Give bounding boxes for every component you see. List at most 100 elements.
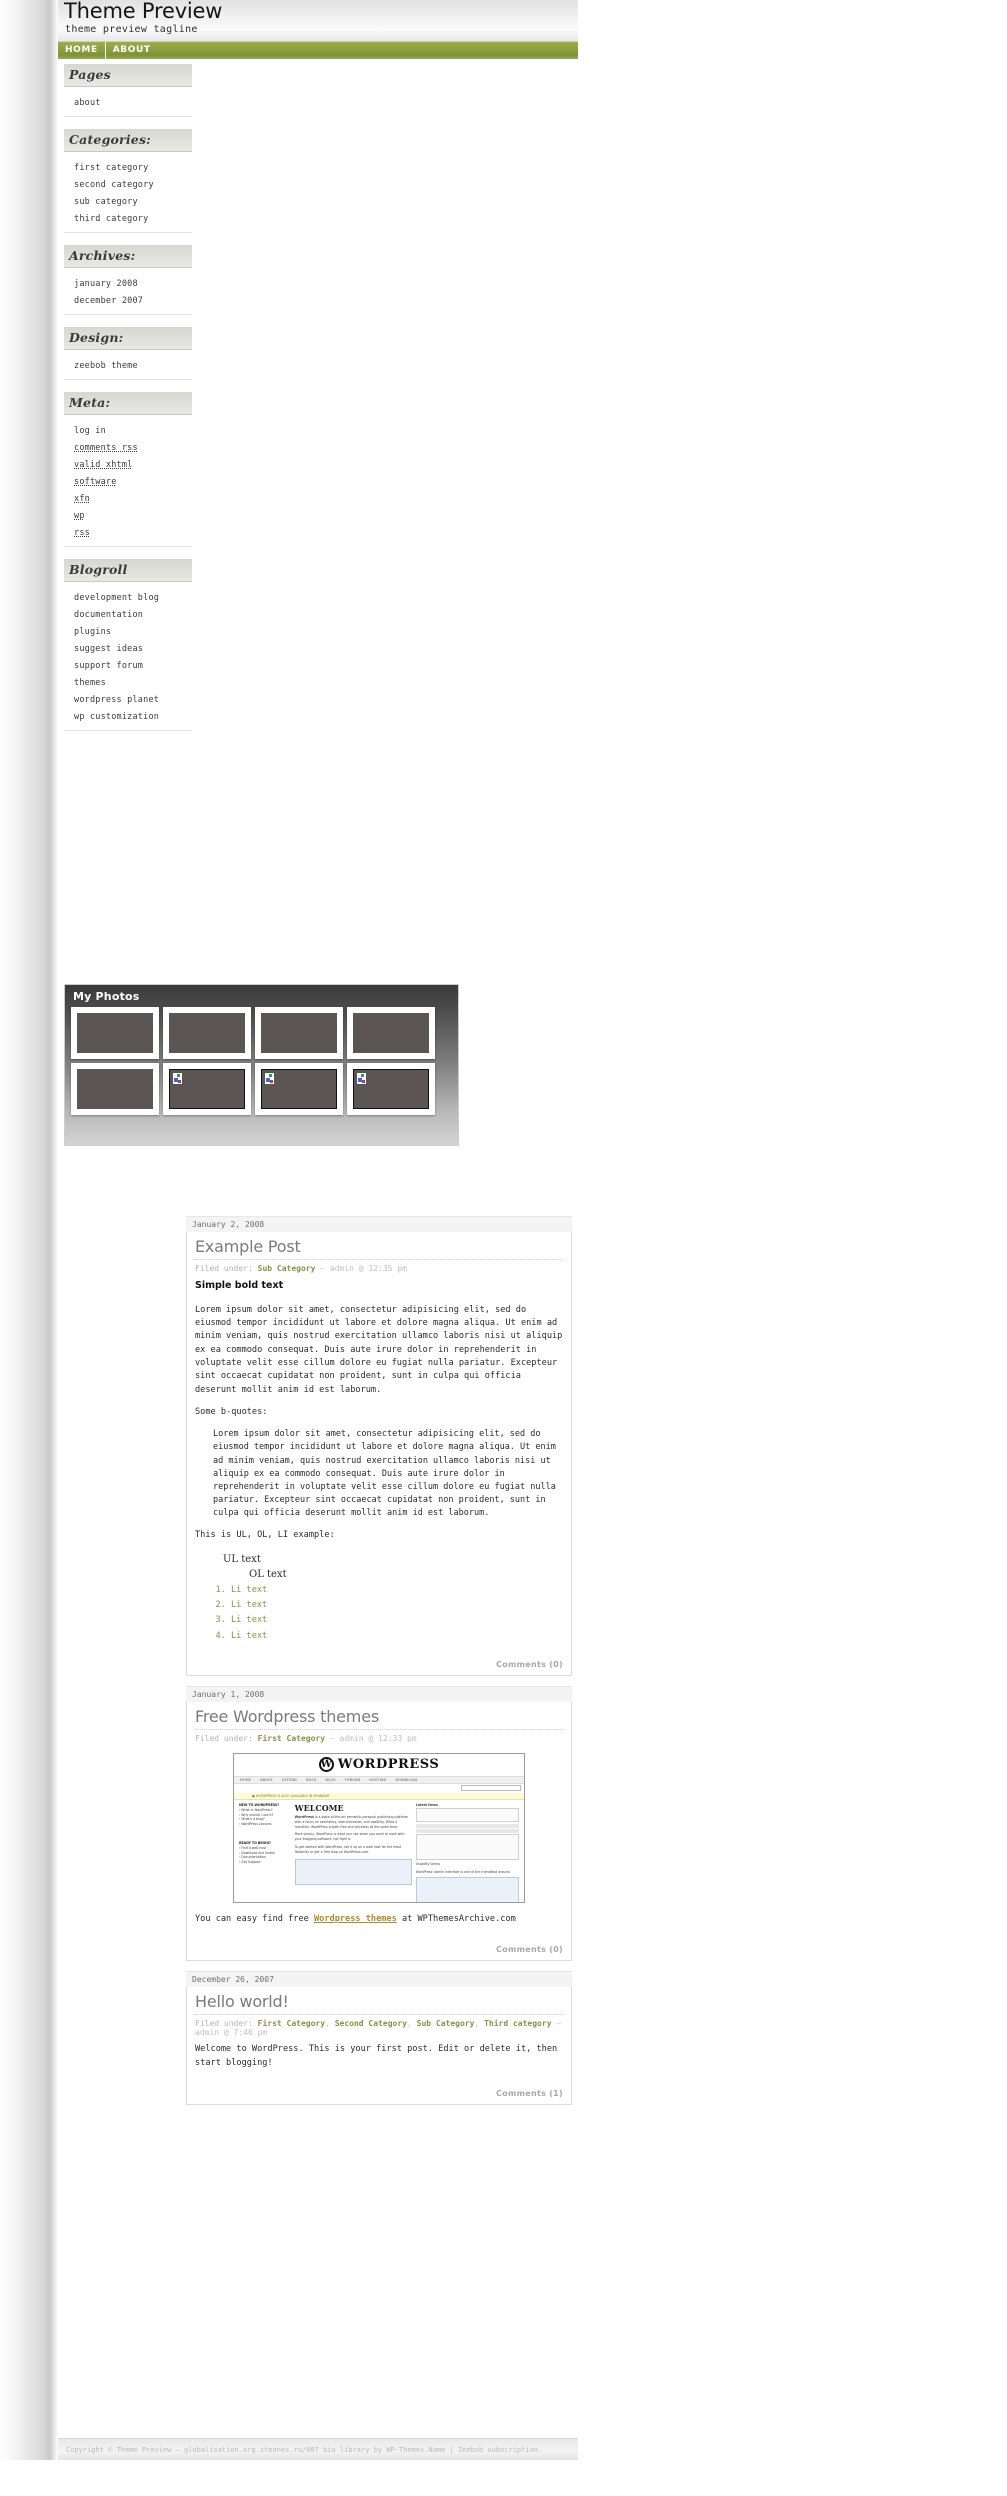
sidebar-link-december-2007[interactable]: december 2007 [74,296,143,306]
list-item[interactable]: valid xhtml [64,455,192,472]
sidebar-link-software[interactable]: software [74,477,117,487]
sidebar-link-wp[interactable]: wp [74,511,85,521]
list-item[interactable]: wp customization [64,707,192,724]
nav-link-about[interactable]: ABOUT [104,42,158,59]
sidebar-link-log-in[interactable]: log in [74,426,106,436]
photo-thumb[interactable] [255,1007,343,1059]
sidebar-link-rss[interactable]: rss [74,528,90,538]
list-item[interactable]: comments rss [64,438,192,455]
wp-right-box-2 [415,1833,519,1860]
sidebar-link-january-2008[interactable]: january 2008 [74,279,138,289]
list-item[interactable]: software [64,472,192,489]
sidebar-link-valid-xhtml[interactable]: valid xhtml [74,460,133,470]
sidebar-link-about[interactable]: about [74,98,101,108]
broken-image-icon [264,1072,275,1085]
sidebar-link-first-category[interactable]: first category [74,163,148,173]
sidebar-link-xfn[interactable]: xfn [74,494,90,504]
broken-image-icon [172,1072,183,1085]
photo-thumb[interactable] [347,1063,435,1115]
list-item[interactable]: themes [64,673,192,690]
list-item[interactable]: Li text [231,1613,563,1628]
sidebar-link-sub-category[interactable]: sub category [74,197,138,207]
list-item[interactable]: xfn [64,489,192,506]
post-category-link[interactable]: Second Category [335,2019,407,2028]
post-title[interactable]: Free Wordpress themes [195,1702,563,1730]
list-item[interactable]: development blog [64,588,192,605]
wp-shade [415,1823,519,1828]
photo-thumb[interactable] [71,1063,159,1115]
list-item: UL text [223,1553,261,1565]
li-link-3[interactable]: Li text [231,1615,267,1625]
main-navigation[interactable]: HOME ABOUT [58,42,578,59]
photo-thumb[interactable] [163,1007,251,1059]
sidebar-link-documentation[interactable]: documentation [74,610,143,620]
list-item[interactable]: support forum [64,656,192,673]
list-item[interactable]: rss [64,523,192,540]
li-link-2[interactable]: Li text [231,1600,267,1610]
nav-item-about[interactable]: ABOUT [104,42,158,59]
sidebar-link-suggest-ideas[interactable]: suggest ideas [74,644,143,654]
list-item[interactable]: december 2007 [64,291,192,308]
li-link-4[interactable]: Li text [231,1631,267,1641]
photo-thumb[interactable] [163,1063,251,1115]
list-item[interactable]: sub category [64,192,192,209]
post-category-link[interactable]: First Category [258,2019,325,2028]
sidebar-link-second-category[interactable]: second category [74,180,154,190]
nav-list: HOME ABOUT [58,42,578,59]
sidebar-link-wordpress-planet[interactable]: wordpress planet [74,695,159,705]
list-item[interactable]: log in [64,421,192,438]
wp-nav-item: ABOUT [260,1777,273,1782]
nav-link-home[interactable]: HOME [58,42,105,59]
site-title[interactable]: Theme Preview [64,0,222,23]
right-gutter [578,0,1007,2496]
post-category-link[interactable]: Third category [484,2019,551,2028]
post-comments-count[interactable]: Comments (0) [195,1935,563,1954]
list-item[interactable]: wp [64,506,192,523]
nav-item-home[interactable]: HOME [58,42,105,59]
wp-right-box-3 [415,1877,519,1902]
photo-thumb[interactable] [255,1063,343,1115]
list-item[interactable]: third category [64,209,192,226]
post-title[interactable]: Example Post [195,1232,563,1260]
photo-thumb[interactable] [71,1007,159,1059]
sidebar-link-zeebob-theme[interactable]: zeebob theme [74,361,138,371]
post-ul-nested: OL text [249,1567,563,1583]
list-item[interactable]: about [64,93,192,110]
post-comments-count[interactable]: Comments (1) [195,2079,563,2098]
wordpress-themes-link[interactable]: Wordpress themes [314,1914,397,1924]
post-category-link[interactable]: First Category [258,1734,325,1743]
list-item[interactable]: Li text [231,1598,563,1613]
sidebar-link-wp-customization[interactable]: wp customization [74,712,159,722]
post-meta: Filed under: Sub Category — admin @ 12:3… [195,1260,563,1279]
list-item[interactable]: zeebob theme [64,356,192,373]
li-link-1[interactable]: Li text [231,1585,267,1595]
post-comments-count[interactable]: Comments (0) [195,1650,563,1669]
sidebar-link-support-forum[interactable]: support forum [74,661,143,671]
sidebar-link-third-category[interactable]: third category [74,214,148,224]
post-entry: Simple bold text Lorem ipsum dolor sit a… [195,1279,563,1644]
post-title[interactable]: Hello world! [195,1987,563,2016]
wordpress-screenshot-image[interactable]: W WORDPRESS HOME ABOUT EXTEND DOCS BLOG … [233,1752,525,1903]
filed-under-label: Filed under: [195,2019,253,2029]
list-item[interactable]: wordpress planet [64,690,192,707]
post-category-link[interactable]: Sub Category [417,2019,475,2028]
list-item[interactable]: suggest ideas [64,639,192,656]
list-item[interactable]: plugins [64,622,192,639]
wp-nav-item: EXTEND [281,1777,297,1782]
wp-center-p3: To get started with WordPress, set it up… [294,1844,402,1854]
sidebar-link-plugins[interactable]: plugins [74,627,111,637]
post-category-link[interactable]: Sub Category [258,1264,316,1273]
sidebar-link-themes[interactable]: themes [74,678,106,688]
list-item[interactable]: Li text [231,1629,563,1644]
list-item[interactable]: Li text [231,1583,563,1598]
wp-right-cap3: Usability Demo [415,1861,441,1866]
sidebar-link-comments-rss[interactable]: comments rss [74,443,138,453]
widget-meta-list: log in comments rss valid xhtml software… [64,415,192,547]
list-item[interactable]: documentation [64,605,192,622]
sidebar-link-development-blog[interactable]: development blog [74,593,159,603]
list-item[interactable]: january 2008 [64,274,192,291]
photo-thumb[interactable] [347,1007,435,1059]
list-item[interactable]: first category [64,158,192,175]
post-date: January 2, 2008 [186,1216,572,1232]
list-item[interactable]: second category [64,175,192,192]
